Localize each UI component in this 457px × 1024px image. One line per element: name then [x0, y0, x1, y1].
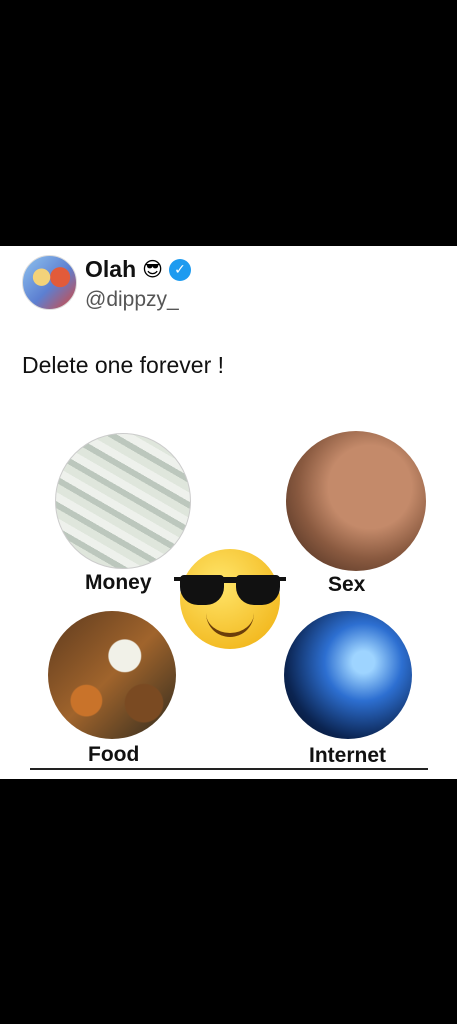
- sex-image: [286, 431, 426, 571]
- tweet-card: Olah 😎 ✓ @dippzy_ Delete one forever ! M…: [0, 246, 457, 779]
- sex-label: Sex: [328, 573, 366, 596]
- display-name[interactable]: Olah: [85, 256, 136, 283]
- money-label: Money: [85, 571, 152, 594]
- user-handle[interactable]: @dippzy_: [85, 288, 179, 312]
- sunglasses-icon: [174, 571, 286, 607]
- internet-globe-image: [284, 611, 412, 739]
- sunglasses-emoji-icon: 😎: [142, 258, 163, 281]
- tweet-text: Delete one forever !: [22, 352, 225, 378]
- tweet-image[interactable]: Money Sex Food Internet: [30, 421, 428, 771]
- internet-label: Internet: [309, 744, 387, 767]
- money-image: [55, 433, 191, 569]
- food-image: [48, 611, 176, 739]
- food-label: Food: [88, 743, 140, 766]
- divider-line: [30, 768, 428, 770]
- author-row: Olah 😎 ✓: [85, 256, 191, 283]
- verified-badge-icon: ✓: [168, 258, 191, 281]
- profile-avatar[interactable]: [22, 255, 77, 310]
